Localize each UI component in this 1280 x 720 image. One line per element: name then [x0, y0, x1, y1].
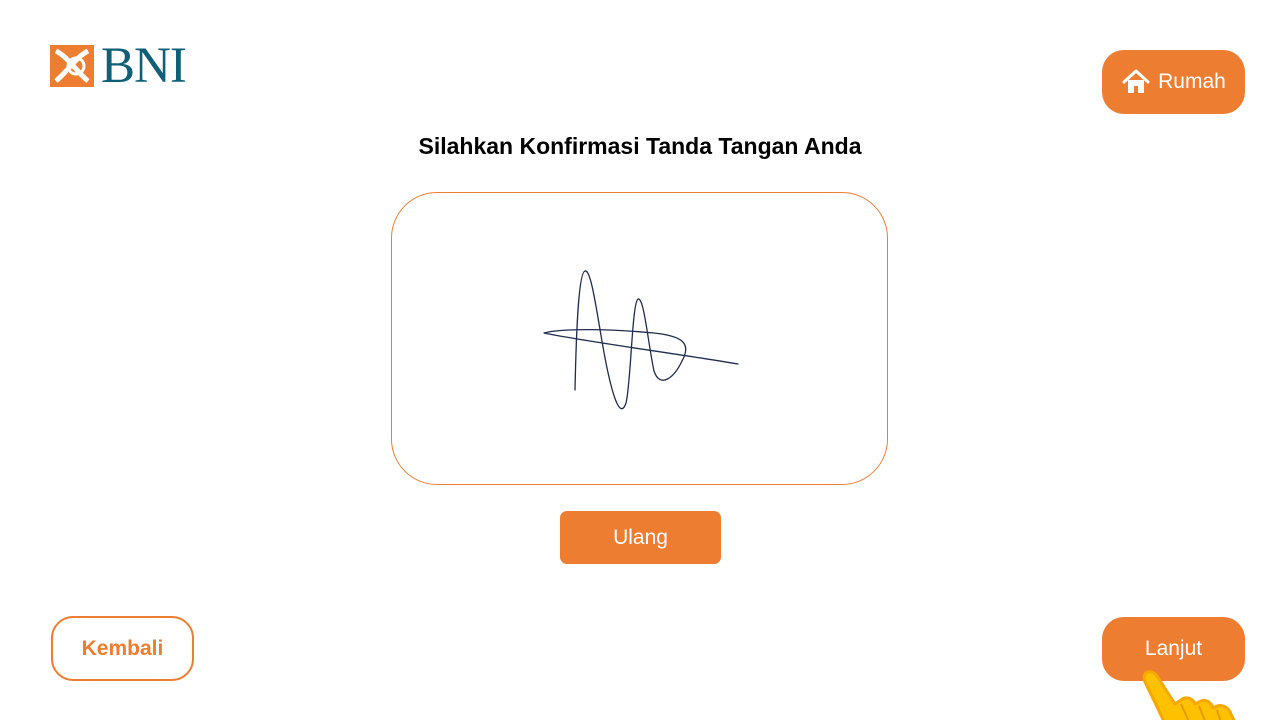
page-title: Silahkan Konfirmasi Tanda Tangan Anda	[418, 133, 862, 159]
signature-confirmation-screen: BNI Rumah Silahkan Konfirmasi Tanda Tang…	[0, 0, 1280, 720]
hand-pointer-icon	[1135, 664, 1260, 720]
home-button-label: Rumah	[1158, 70, 1226, 93]
home-button[interactable]: Rumah	[1102, 50, 1245, 114]
back-button[interactable]: Kembali	[51, 616, 194, 681]
bni-logo: BNI	[50, 38, 205, 94]
home-icon	[1122, 69, 1150, 93]
signature-drawing	[543, 270, 739, 410]
signature-pad[interactable]	[391, 192, 888, 485]
retry-button[interactable]: Ulang	[560, 511, 721, 564]
bni-logo-text: BNI	[101, 38, 187, 94]
bni-logo-icon	[50, 45, 94, 87]
